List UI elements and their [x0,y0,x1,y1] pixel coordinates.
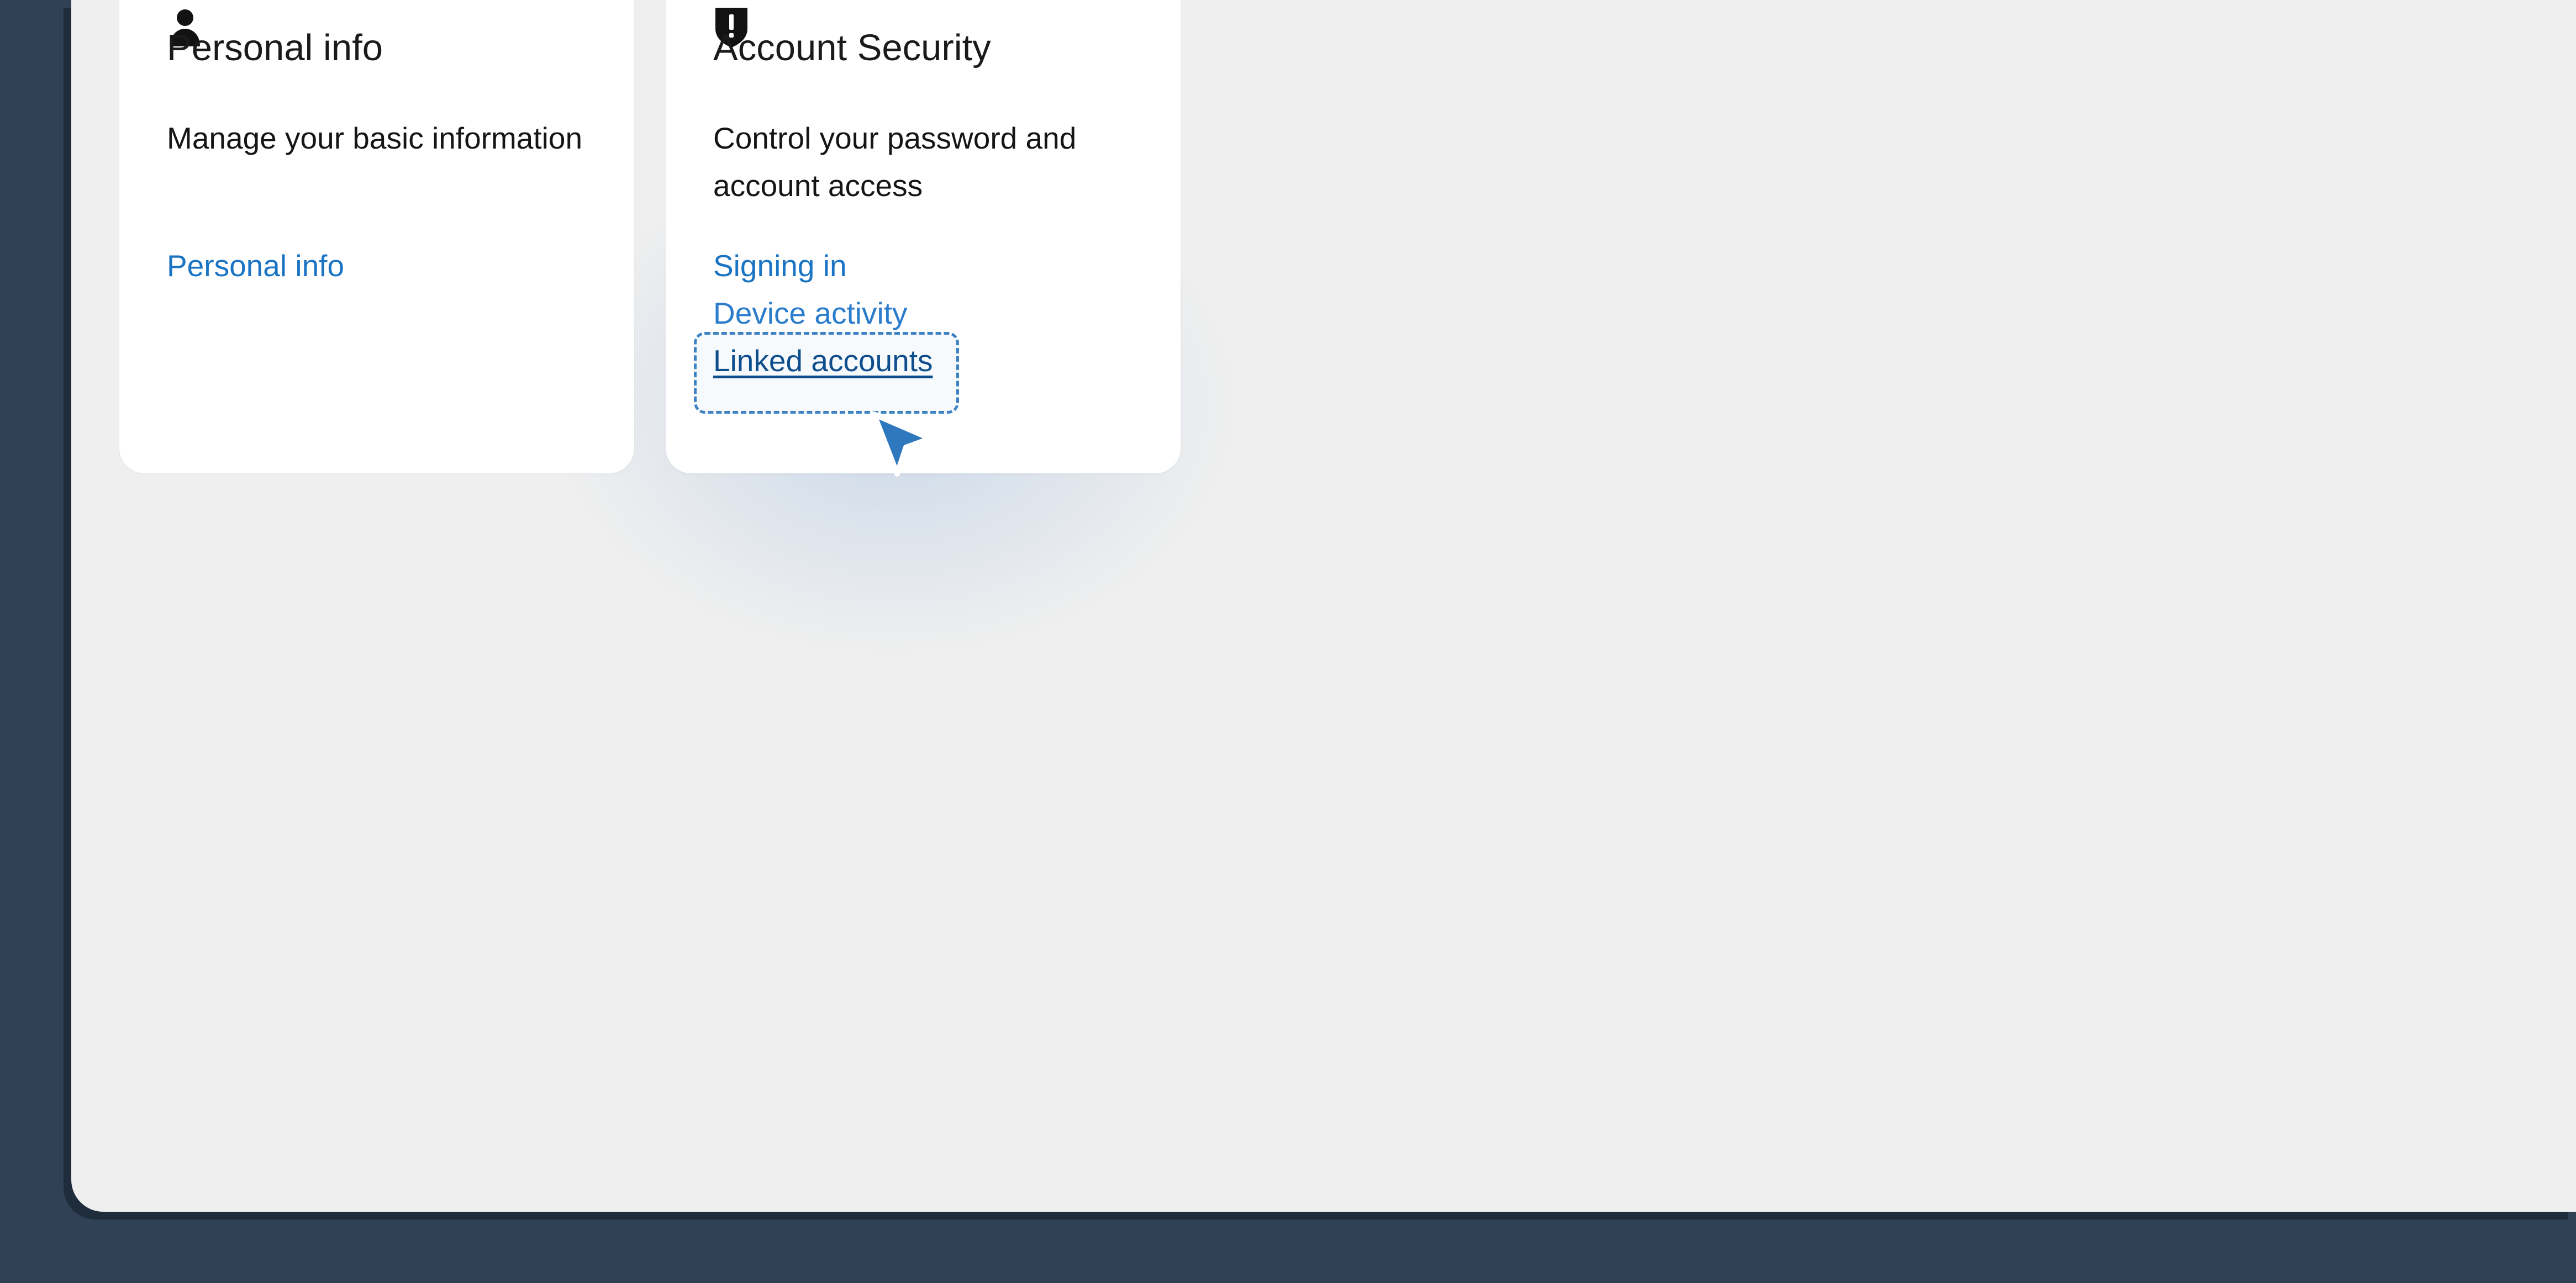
card-description: Manage your basic information [167,121,583,155]
card-title: Personal info [167,27,383,68]
card-description: Control your password and account access [713,121,1077,203]
linked-accounts-link[interactable]: Linked accounts [713,344,933,378]
card-personal-info: Personal info Manage your basic informat… [119,0,634,473]
card-links: Personal info [167,242,344,289]
signing-in-link[interactable]: Signing in [713,242,933,289]
card-account-security: Account Security Control your password a… [666,0,1181,473]
card-title: Account Security [713,27,991,68]
main-panel: Personal info Manage your basic informat… [71,0,2576,1212]
card-links: Signing in Device activity Linked accoun… [694,242,959,414]
device-activity-link[interactable]: Device activity [713,289,933,337]
linked-accounts-link-wrapper[interactable]: Linked accounts [694,332,959,414]
personal-info-link[interactable]: Personal info [167,242,344,289]
